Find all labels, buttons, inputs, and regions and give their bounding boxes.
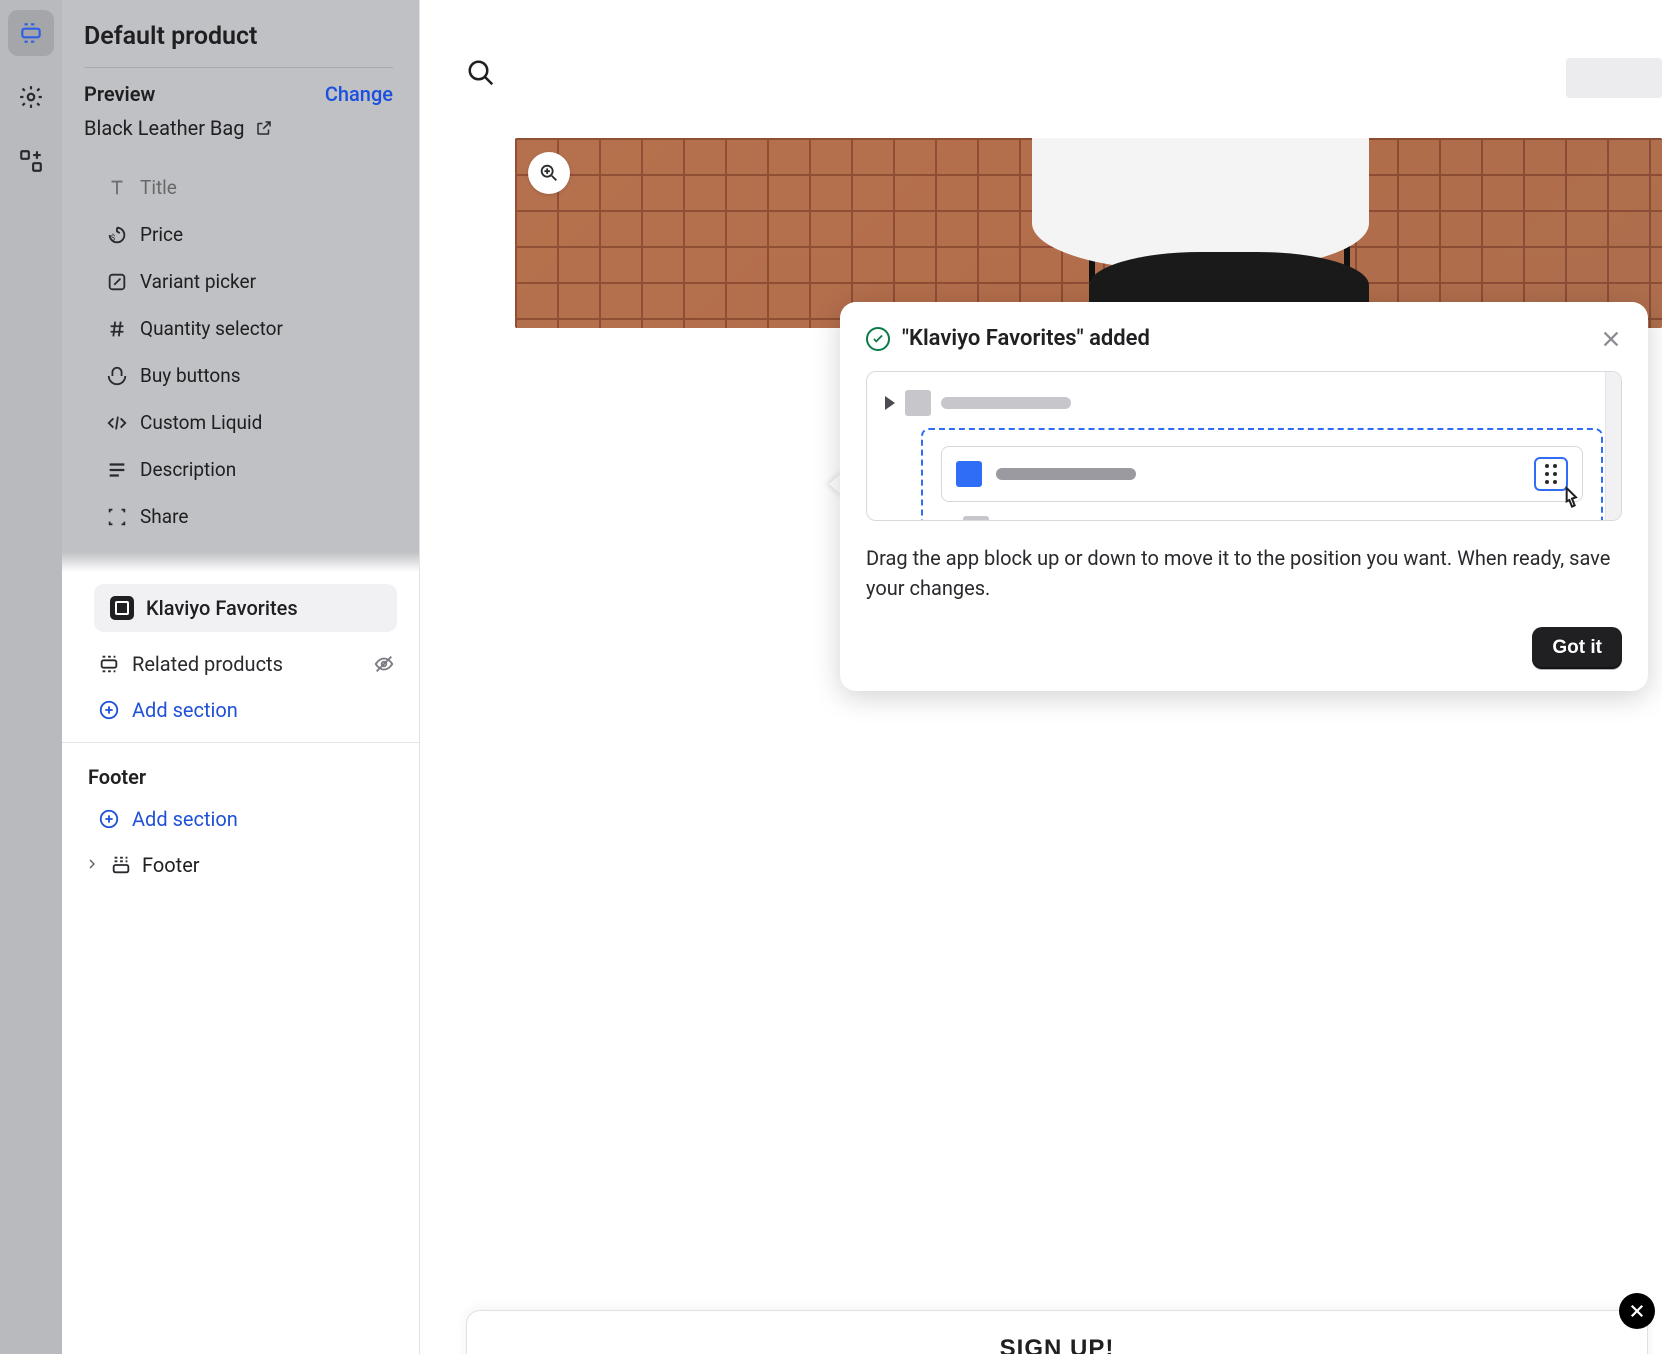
block-label: Share: [140, 505, 188, 528]
block-label: Quantity selector: [140, 317, 283, 340]
preview-product[interactable]: Black Leather Bag: [84, 116, 393, 158]
block-label: Variant picker: [140, 270, 256, 293]
app-block-label: Klaviyo Favorites: [146, 596, 298, 620]
block-description[interactable]: Description: [62, 446, 419, 493]
preview-product-name: Black Leather Bag: [84, 116, 245, 140]
cursor-icon: [1556, 484, 1588, 521]
block-price[interactable]: $ Price: [62, 211, 419, 258]
plus-circle-icon: [98, 699, 120, 721]
section-footer-icon: [110, 854, 132, 876]
footer-row-label: Footer: [142, 853, 200, 877]
change-link[interactable]: Change: [325, 82, 393, 106]
lines-icon: [106, 459, 128, 481]
divider: [84, 67, 393, 68]
rail-settings-button[interactable]: [8, 74, 54, 120]
sidebar-header: Default product Preview Change Black Lea…: [62, 0, 419, 158]
block-liquid[interactable]: Custom Liquid: [62, 399, 419, 446]
banner-close-button[interactable]: [1619, 1293, 1655, 1329]
footer-section-row[interactable]: Footer: [62, 843, 419, 887]
plus-circle-icon: [98, 808, 120, 830]
hidden-icon: [373, 653, 395, 675]
sidebar-bottom: Klaviyo Favorites Related products Add s…: [62, 572, 419, 1354]
page-title: Default product: [84, 22, 393, 51]
onboarding-popover: "Klaviyo Favorites" added: [840, 302, 1648, 691]
got-it-button[interactable]: Got it: [1532, 627, 1622, 669]
popover-description: Drag the app block up or down to move it…: [866, 543, 1622, 603]
add-section-label: Add section: [132, 698, 238, 722]
logo-placeholder: [1566, 58, 1662, 98]
add-section-button[interactable]: Add section: [62, 686, 419, 734]
add-section-label: Add section: [132, 807, 238, 831]
success-check-icon: [866, 327, 890, 351]
block-quantity[interactable]: Quantity selector: [62, 305, 419, 352]
app-block-klaviyo[interactable]: Klaviyo Favorites: [94, 584, 397, 632]
popover-close-button[interactable]: [1600, 328, 1622, 350]
preview-pane: "Klaviyo Favorites" added: [420, 0, 1662, 1354]
popover-title: "Klaviyo Favorites" added: [902, 326, 1588, 351]
rail-sections-button[interactable]: [8, 10, 54, 56]
section-related-products[interactable]: Related products: [62, 642, 419, 686]
icon-rail: [0, 0, 62, 1354]
footer-heading: Footer: [62, 751, 419, 795]
banner-title: SIGN UP!: [467, 1335, 1647, 1354]
block-variant[interactable]: Variant picker: [62, 258, 419, 305]
divider: [62, 742, 419, 743]
text-icon: [106, 177, 128, 199]
external-link-icon: [255, 119, 273, 137]
block-label: Price: [140, 223, 183, 246]
section-icon: [98, 653, 120, 675]
theme-sidebar: Default product Preview Change Black Lea…: [62, 0, 420, 1354]
zoom-button[interactable]: [528, 152, 570, 194]
signup-banner: SIGN UP!: [466, 1310, 1648, 1354]
block-label: Buy buttons: [140, 364, 241, 387]
chevron-right-icon: [84, 853, 100, 877]
row-label: Related products: [132, 652, 283, 676]
code-icon: [106, 412, 128, 434]
cart-icon: [106, 365, 128, 387]
preview-label: Preview: [84, 82, 155, 106]
block-title[interactable]: Title: [62, 164, 419, 211]
rail-apps-button[interactable]: [8, 138, 54, 184]
gradient: [62, 552, 419, 572]
variant-icon: [106, 271, 128, 293]
block-buy[interactable]: Buy buttons: [62, 352, 419, 399]
block-share[interactable]: Share: [62, 493, 419, 540]
add-section-footer-button[interactable]: Add section: [62, 795, 419, 843]
blocks-list: Title $ Price Variant picker Quantity se…: [62, 158, 419, 552]
drag-illustration: [866, 371, 1622, 521]
product-image[interactable]: [515, 138, 1662, 328]
share-icon: [106, 506, 128, 528]
svg-text:$: $: [111, 232, 116, 243]
block-label: Custom Liquid: [140, 411, 262, 434]
storefront-search-icon[interactable]: [466, 58, 496, 93]
hash-icon: [106, 318, 128, 340]
block-label: Description: [140, 458, 236, 481]
app-icon: [110, 596, 134, 620]
block-label: Title: [140, 176, 177, 199]
price-icon: $: [106, 224, 128, 246]
